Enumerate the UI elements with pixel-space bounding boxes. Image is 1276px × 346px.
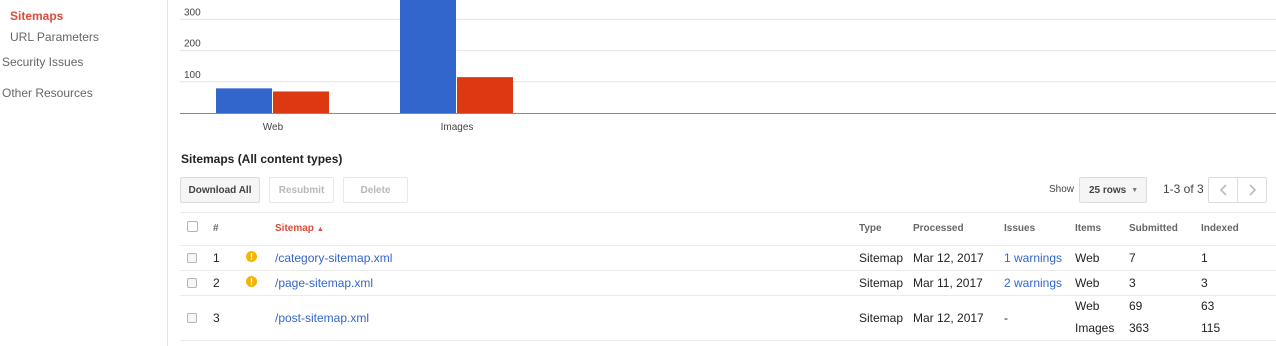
delete-button[interactable]: Delete	[343, 177, 408, 203]
bar	[273, 91, 329, 113]
sidebar-item-url-parameters[interactable]: URL Parameters	[10, 30, 99, 44]
header-processed: Processed	[913, 223, 964, 234]
x-tick-label: Web	[263, 122, 284, 133]
indexed-cell: 63	[1201, 299, 1215, 313]
row-divider	[180, 340, 1276, 341]
sort-ascending-icon: ▲	[316, 226, 324, 233]
header-indexed: Indexed	[1201, 223, 1239, 234]
item-type-cell: Images	[1075, 321, 1115, 335]
type-cell: Sitemap	[859, 250, 904, 265]
header-items: Items	[1075, 223, 1102, 234]
sidebar-item-other-resources[interactable]: Other Resources	[2, 86, 93, 100]
chevron-left-icon	[1219, 184, 1227, 196]
download-all-button[interactable]: Download All	[180, 177, 260, 203]
header-sitemap-sort[interactable]: Sitemap ▲	[275, 223, 324, 234]
processed-cell: Mar 12, 2017	[913, 310, 984, 325]
header-issues: Issues	[1004, 223, 1036, 234]
processed-cell: Mar 12, 2017	[913, 250, 984, 265]
caret-down-icon: ▼	[1131, 186, 1139, 194]
issues-link[interactable]: 1 warnings	[1004, 251, 1062, 265]
item-type-cell: Web	[1075, 250, 1100, 265]
item-type-cell: Web	[1075, 275, 1100, 290]
bar-chart: 100200300400WebImages	[180, 0, 1276, 140]
select-all-checkbox[interactable]	[187, 221, 198, 232]
submitted-cell: 363	[1129, 321, 1150, 335]
resubmit-button[interactable]: Resubmit	[269, 177, 334, 203]
row-divider	[180, 245, 1276, 246]
issues-link[interactable]: 2 warnings	[1004, 276, 1062, 290]
bar	[216, 88, 272, 113]
issues-cell: -	[1004, 310, 1008, 325]
processed-cell: Mar 11, 2017	[913, 275, 983, 290]
type-cell: Sitemap	[859, 275, 904, 290]
x-tick-label: Images	[441, 122, 474, 133]
sitemap-link[interactable]: /page-sitemap.xml	[275, 276, 373, 290]
y-tick-label: 300	[184, 7, 201, 18]
show-label: Show	[1049, 184, 1075, 195]
sitemap-link[interactable]: /post-sitemap.xml	[275, 311, 369, 325]
rows-per-page-value: 25 rows	[1089, 184, 1127, 196]
type-cell: Sitemap	[859, 310, 904, 325]
row-number: 3	[213, 310, 220, 325]
y-tick-label: 200	[184, 39, 201, 50]
submitted-cell: 69	[1129, 299, 1143, 313]
chevron-right-icon	[1248, 184, 1256, 196]
item-type-cell: Web	[1075, 299, 1100, 313]
section-title: Sitemaps (All content types)	[181, 152, 343, 166]
chart-svg: 100200300400WebImages	[180, 0, 1276, 133]
row-checkbox[interactable]	[187, 277, 197, 288]
indexed-cell: 3	[1201, 275, 1208, 290]
header-number: #	[213, 223, 219, 234]
row-divider	[180, 295, 1276, 296]
indexed-cell: 1	[1201, 250, 1208, 265]
sidebar: Sitemaps URL Parameters Security Issues …	[0, 0, 168, 346]
row-divider	[180, 270, 1276, 271]
indexed-cell: 115	[1201, 321, 1221, 335]
warning-icon	[246, 275, 257, 287]
next-page-button[interactable]	[1237, 177, 1267, 203]
sidebar-item-security-issues[interactable]: Security Issues	[2, 55, 83, 69]
row-number: 2	[213, 275, 220, 290]
y-tick-label: 100	[184, 70, 201, 81]
submitted-cell: 7	[1129, 250, 1136, 265]
row-checkbox[interactable]	[187, 312, 197, 323]
header-submitted: Submitted	[1129, 223, 1178, 234]
table-divider	[180, 212, 1276, 213]
pagination-range: 1-3 of 3	[1163, 182, 1204, 196]
header-sitemap-label: Sitemap	[275, 223, 314, 234]
row-checkbox[interactable]	[187, 252, 197, 263]
submitted-cell: 3	[1129, 275, 1136, 290]
previous-page-button[interactable]	[1208, 177, 1238, 203]
bar	[457, 77, 513, 113]
warning-icon	[246, 250, 257, 262]
bar	[400, 0, 456, 113]
header-type: Type	[859, 223, 882, 234]
rows-per-page-select[interactable]: 25 rows ▼	[1079, 177, 1147, 203]
sitemap-link[interactable]: /category-sitemap.xml	[275, 251, 392, 265]
row-number: 1	[213, 250, 220, 265]
sidebar-item-sitemaps[interactable]: Sitemaps	[10, 9, 63, 23]
